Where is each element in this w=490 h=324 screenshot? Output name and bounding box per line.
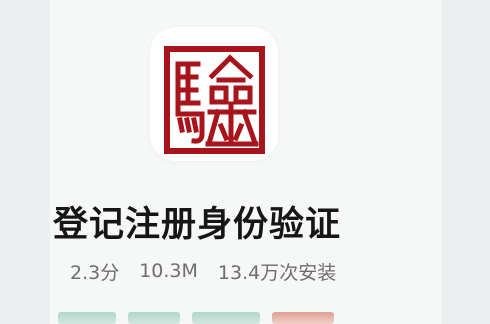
- cut-off-tag: [128, 312, 180, 324]
- cut-off-tag: [58, 312, 116, 324]
- app-store-screen: 登记注册身份验证 2.3分 10.3M 13.4万次安装: [0, 0, 490, 324]
- app-rating: 2.3分: [70, 261, 120, 284]
- app-size: 10.3M: [139, 260, 198, 282]
- seal-stamp-icon: [164, 46, 265, 154]
- cut-off-tag-row: [58, 312, 388, 324]
- app-name: 登记注册身份验证: [53, 205, 342, 245]
- app-installs: 13.4万次安装: [217, 261, 337, 284]
- cut-off-warning-tag: [272, 312, 334, 324]
- cut-off-tag: [192, 312, 260, 324]
- app-meta-row: 2.3分 10.3M 13.4万次安装: [70, 258, 336, 284]
